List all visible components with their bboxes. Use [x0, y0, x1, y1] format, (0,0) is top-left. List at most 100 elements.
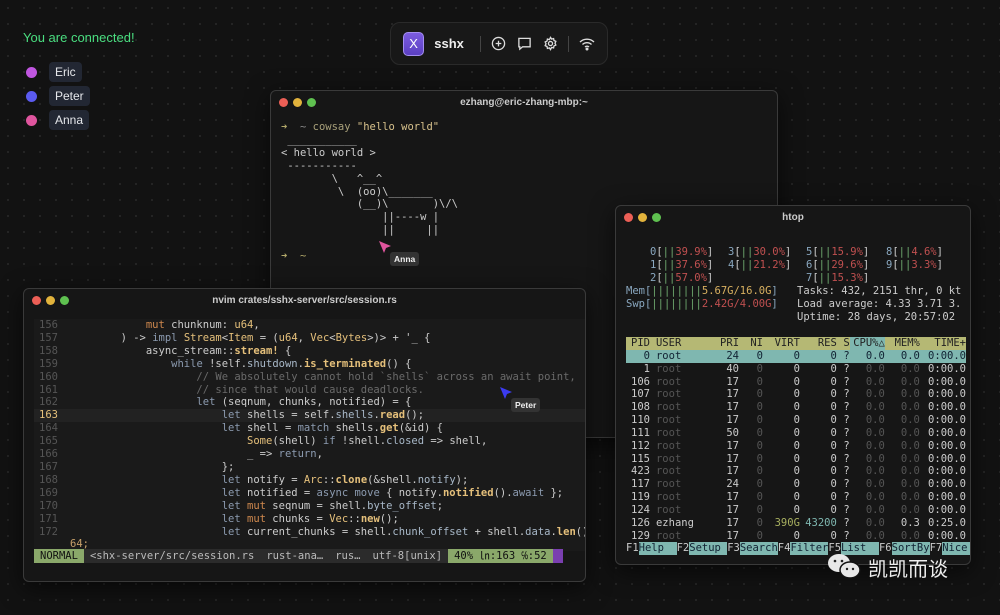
code-token: Vec	[310, 331, 330, 344]
process-row[interactable]: 129 root 17 0 0 0? 0.0 0.0 0:00.0	[626, 530, 966, 543]
column-header[interactable]: S	[837, 337, 849, 350]
minimize-button[interactable]	[293, 97, 302, 107]
column-header[interactable]: PID	[626, 337, 650, 350]
code-line: 167 };	[34, 461, 585, 474]
user-color-dot	[26, 90, 37, 102]
cpu-bar: ||	[662, 246, 676, 258]
code-line: 168 let notify = Arc::clone(&shell.notif…	[34, 474, 585, 487]
wifi-icon[interactable]	[579, 35, 595, 53]
cell-ni: 0	[756, 388, 763, 401]
cell-ni: 0	[756, 349, 763, 362]
fkey-label[interactable]: Setup	[689, 542, 728, 555]
cell-virt: 0	[793, 478, 800, 491]
code-token: Some	[247, 435, 273, 448]
cell-pri: 17	[726, 414, 740, 427]
cell-s: ?	[843, 452, 850, 465]
cell-virt: 0	[793, 503, 800, 516]
process-row[interactable]: 126 ezhang 17 0 390G 43200? 0.0 0.3 0:25.0	[626, 517, 966, 530]
column-header[interactable]: VIRT	[763, 337, 800, 350]
cell-ni: 0	[756, 426, 763, 439]
process-row[interactable]: 112 root 17 0 0 0? 0.0 0.0 0:00.0	[626, 440, 966, 453]
code-token: (seqnum, chunks, notified) = {	[215, 396, 412, 409]
process-row[interactable]: 423 root 17 0 0 0? 0.0 0.0 0:00.0	[626, 465, 966, 478]
close-button[interactable]	[32, 295, 41, 305]
fkey-label[interactable]: Help	[638, 542, 677, 555]
cell-pri: 17	[726, 375, 740, 388]
cell-pid: 126	[631, 516, 650, 529]
minimize-button[interactable]	[46, 295, 55, 305]
cell-s: ?	[843, 362, 850, 375]
line-number: 158	[39, 344, 58, 357]
process-row[interactable]: 108 root 17 0 0 0? 0.0 0.0 0:00.0	[626, 401, 966, 414]
close-button[interactable]	[279, 97, 288, 107]
sshx-logo[interactable]: X	[403, 31, 425, 56]
cell-mem: 0.0	[900, 426, 920, 439]
code-token: () {	[386, 357, 412, 370]
process-row[interactable]: 106 root 17 0 0 0? 0.0 0.0 0:00.0	[626, 376, 966, 389]
code-token: shells = self.	[240, 409, 336, 422]
cell-cpu: 0.0	[865, 516, 885, 529]
code-editor[interactable]: 156 mut chunknum: u64, 157 ) -> impl Stre…	[34, 319, 585, 552]
process-row[interactable]: 124 root 17 0 0 0? 0.0 0.0 0:00.0	[626, 504, 966, 517]
process-row[interactable]: 115 root 17 0 0 0? 0.0 0.0 0:00.0	[626, 453, 966, 466]
column-header[interactable]: RES	[800, 337, 837, 350]
cell-cpu: 0.0	[865, 349, 885, 362]
gear-icon[interactable]	[542, 35, 558, 53]
process-row[interactable]: 117 root 24 0 0 0? 0.0 0.0 0:00.0	[626, 478, 966, 491]
process-table[interactable]: PID USER PRI NI VIRT RES S CPU%△ MEM% TIME+ 0 root 2…	[626, 337, 966, 543]
fkey-label[interactable]: Search	[739, 542, 778, 555]
line-number: 163	[39, 409, 58, 422]
column-header[interactable]: PRI	[698, 337, 739, 350]
maximize-button[interactable]	[307, 97, 316, 107]
cell-virt: 390G	[774, 516, 800, 529]
terminal-window-nvim[interactable]: nvim crates/sshx-server/src/session.rs 1…	[23, 288, 586, 582]
column-header[interactable]: NI	[739, 337, 763, 350]
cpu-percent: 15.9%	[831, 246, 863, 258]
column-header[interactable]: CPU%△	[849, 337, 885, 350]
user-name[interactable]: Peter	[49, 86, 90, 106]
cell-ni: 0	[756, 375, 763, 388]
code-token: = (	[253, 331, 279, 344]
cowsay-output: ___________ < hello world > ----------- …	[281, 133, 459, 237]
user-name[interactable]: Eric	[49, 62, 82, 82]
fkey-label[interactable]: Filter	[790, 542, 829, 555]
maximize-button[interactable]	[60, 295, 69, 305]
cell-virt: 0	[793, 375, 800, 388]
cursor-position: 40% ㏑:163 ℅:52	[448, 549, 553, 563]
process-row[interactable]: 107 root 17 0 0 0? 0.0 0.0 0:00.0	[626, 388, 966, 401]
title-bar[interactable]: nvim crates/sshx-server/src/session.rs	[24, 289, 585, 311]
encoding: utf-8[unix]	[366, 549, 449, 563]
user-name[interactable]: Anna	[49, 110, 90, 130]
column-header[interactable]: TIME+	[920, 337, 966, 350]
process-row[interactable]: 119 root 17 0 0 0? 0.0 0.0 0:00.0	[626, 491, 966, 504]
cell-cpu: 0.0	[865, 362, 885, 375]
cpu-bar: ||	[818, 246, 832, 258]
cell-user: root	[655, 375, 682, 388]
code-token: async move	[316, 486, 380, 499]
column-header[interactable]: USER	[650, 337, 698, 350]
chat-icon[interactable]	[517, 35, 533, 53]
process-row[interactable]: 1 root 40 0 0 0? 0.0 0.0 0:00.0	[626, 363, 966, 376]
code-token: let	[221, 499, 241, 512]
title-bar[interactable]: htop	[616, 206, 970, 228]
bracket: ]	[784, 246, 792, 258]
terminal-window-htop[interactable]: htop 0[||39.9%] 3[||30.0%] 5[||15.9%] 8[||4…	[615, 205, 971, 565]
title-bar[interactable]: ezhang@eric-zhang-mbp:~	[271, 91, 777, 113]
bracket: ]	[862, 246, 870, 258]
process-row[interactable]: 111 root 50 0 0 0? 0.0 0.0 0:00.0	[626, 427, 966, 440]
process-row[interactable]: 110 root 17 0 0 0? 0.0 0.0 0:00.0	[626, 414, 966, 427]
connection-status: You are connected!	[23, 30, 135, 45]
minimize-button[interactable]	[638, 212, 647, 222]
plus-circle-icon[interactable]	[491, 35, 507, 53]
close-button[interactable]	[624, 212, 633, 222]
user-color-dot	[26, 114, 37, 126]
line-number: 157	[39, 331, 58, 344]
code-token: (&shell.	[367, 473, 418, 486]
cpu-meter: 0[||39.9%]	[650, 246, 713, 258]
maximize-button[interactable]	[652, 212, 661, 222]
code-token: stream!	[234, 344, 279, 357]
column-header[interactable]: MEM%	[885, 337, 920, 350]
process-row[interactable]: 0 root 24 0 0 0? 0.0 0.0 0:00.0	[626, 349, 966, 363]
